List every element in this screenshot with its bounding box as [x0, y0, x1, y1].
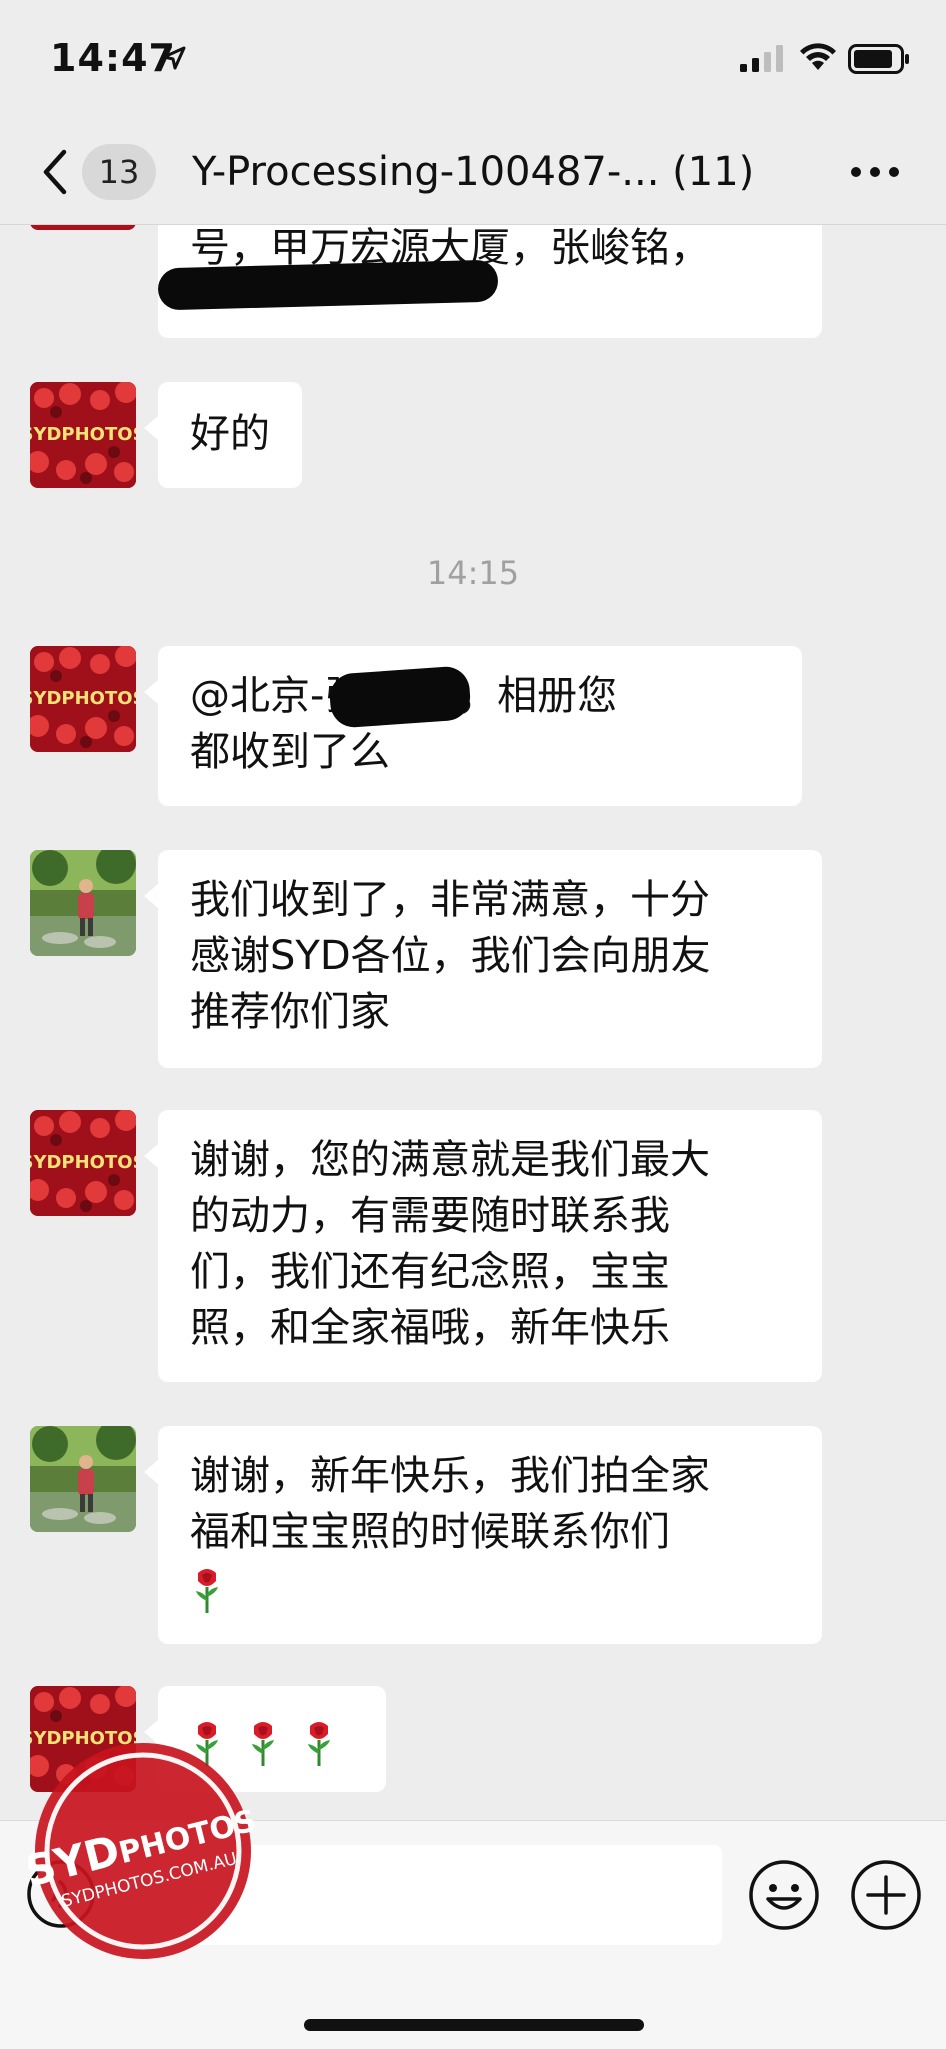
avatar-sydphotos[interactable]: SYDPHOTOS: [30, 1110, 136, 1216]
rose-emoji-icon: [308, 1722, 330, 1766]
message-bubble[interactable]: 我们收到了，非常满意，十分 感谢SYD各位，我们会向朋友 推荐你们家: [144, 850, 822, 1068]
plus-icon[interactable]: [850, 1859, 922, 1931]
avatar-customer[interactable]: [30, 850, 136, 956]
status-time: 14:47: [50, 36, 176, 80]
message-timestamp: 14:15: [426, 554, 520, 592]
svg-text:SYDPHOTOS: SYDPHOTOS: [30, 688, 136, 709]
avatar-customer[interactable]: [30, 1426, 136, 1532]
message-text: 好的: [190, 411, 270, 457]
location-arrow-icon: [162, 46, 186, 70]
back-chevron-icon[interactable]: [36, 144, 76, 200]
rose-emoji-icon: [196, 1569, 218, 1613]
svg-text:SYDPHOTOS: SYDPHOTOS: [30, 1152, 136, 1173]
redaction-scribble: [328, 665, 472, 729]
redaction-scribble: [157, 259, 499, 311]
message-bubble-partial[interactable]: 号，甲万宏源大厦，张峻铭，: [157, 224, 822, 338]
message-text: 谢谢，新年快乐，我们拍全家 福和宝宝照的时候联系你们: [190, 1453, 710, 1555]
svg-text:SYDPHOTOS: SYDPHOTOS: [30, 424, 136, 445]
message-bubble[interactable]: 谢谢，您的满意就是我们最大 的动力，有需要随时联系我 们，我们还有纪念照，宝宝 …: [144, 1110, 822, 1382]
unread-count-badge[interactable]: 13: [82, 144, 156, 200]
message-text: @北京-张 您好，相册您 都收到了么: [190, 673, 618, 775]
chat-title[interactable]: Y-Processing-100487-... (11): [192, 142, 792, 202]
message-text: 我们收到了，非常满意，十分 感谢SYD各位，我们会向朋友 推荐你们家: [190, 877, 711, 1035]
message-bubble[interactable]: 谢谢，新年快乐，我们拍全家 福和宝宝照的时候联系你们: [144, 1426, 822, 1644]
message-bubble[interactable]: 好的: [144, 382, 302, 488]
message-list[interactable]: 号，甲万宏源大厦，张峻铭， SYDPHOTOS 好的 14:15 SYDPHOT…: [0, 224, 946, 1820]
home-indicator: [304, 2019, 644, 2031]
message-text: 谢谢，您的满意就是我们最大 的动力，有需要随时联系我 们，我们还有纪念照，宝宝 …: [190, 1137, 710, 1351]
sydphotos-watermark-logo: SYDPHOTOS SYDPHOTOS.COM.AU: [28, 1743, 258, 1959]
chat-header: 13 Y-Processing-100487-... (11): [0, 120, 946, 225]
cellular-signal-icon: [740, 45, 783, 72]
battery-icon: [848, 44, 909, 74]
wifi-icon: [800, 43, 836, 70]
emoji-icon[interactable]: [748, 1859, 820, 1931]
more-options-icon[interactable]: [850, 160, 900, 184]
status-bar: 14:47: [0, 0, 946, 120]
avatar-sydphotos[interactable]: SYDPHOTOS: [30, 646, 136, 752]
message-bubble[interactable]: @北京-张 您好，相册您 都收到了么: [144, 646, 802, 806]
avatar-sydphotos[interactable]: SYDPHOTOS: [30, 382, 136, 488]
